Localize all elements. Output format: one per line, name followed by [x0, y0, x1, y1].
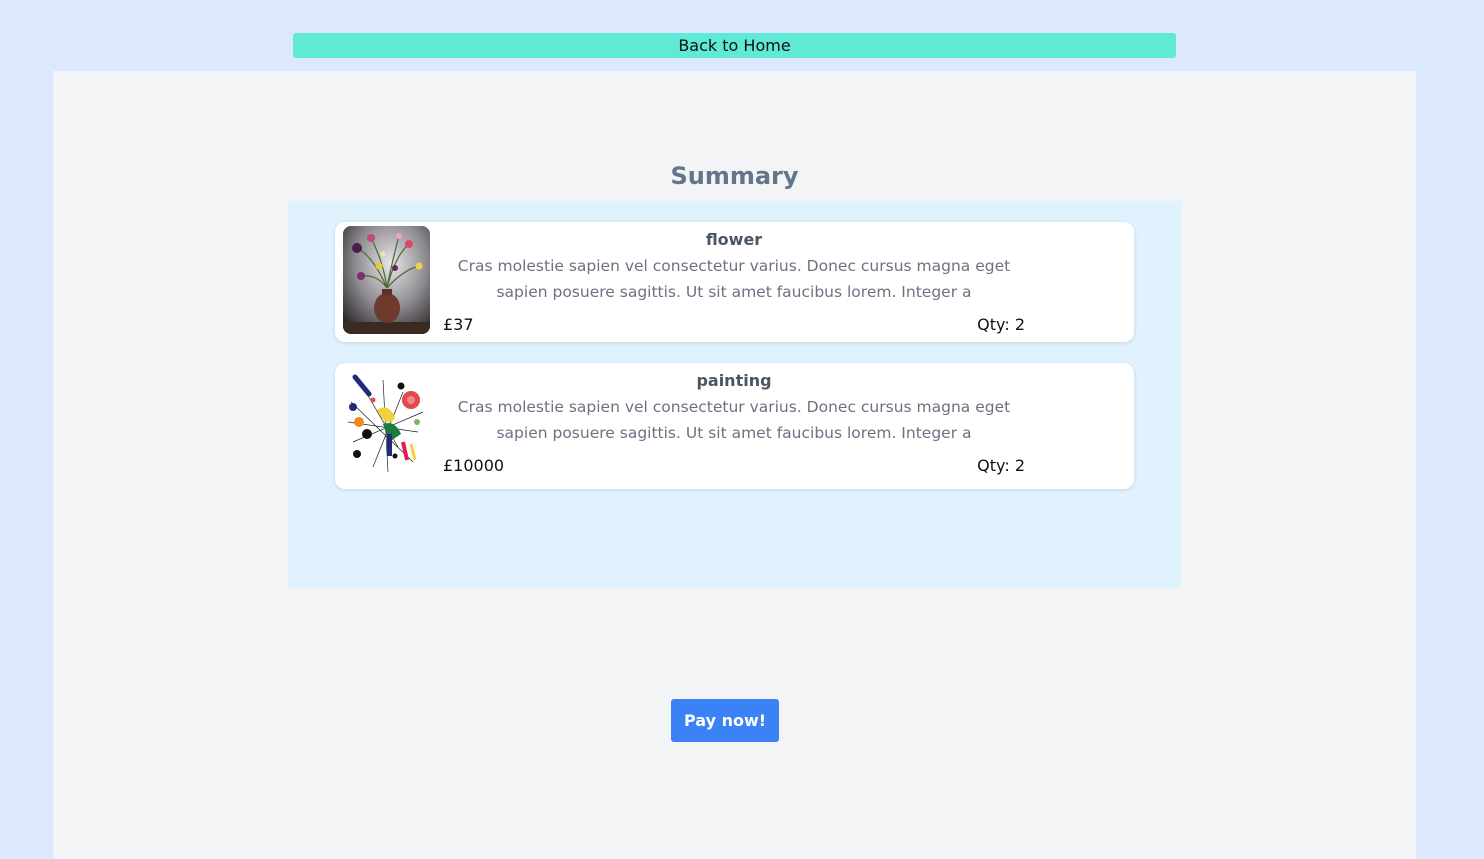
price-row: £37 Qty: 2 — [443, 314, 1025, 336]
item-price: £10000 — [443, 456, 505, 475]
item-name: flower — [705, 230, 763, 249]
item-info: painting Cras molestie sapien vel consec… — [443, 363, 1025, 446]
pay-now-button[interactable]: Pay now! — [671, 699, 779, 742]
back-to-home-button[interactable]: Back to Home — [293, 33, 1176, 58]
cart-item-card: painting Cras molestie sapien vel consec… — [335, 363, 1134, 489]
item-quantity: Qty: 2 — [977, 456, 1025, 475]
item-price: £37 — [443, 315, 474, 334]
item-info: flower Cras molestie sapien vel consecte… — [443, 222, 1025, 305]
item-description: Cras molestie sapien vel consectetur var… — [457, 257, 1011, 301]
item-quantity: Qty: 2 — [977, 315, 1025, 334]
abstract-painting-image — [343, 372, 430, 480]
main-panel: Summary flower Cras molestie sapien vel … — [53, 71, 1416, 859]
summary-title: Summary — [670, 162, 799, 190]
item-description: Cras molestie sapien vel consectetur var… — [457, 398, 1011, 442]
flower-vase-image — [343, 226, 430, 334]
item-name: painting — [696, 371, 772, 390]
price-row: £10000 Qty: 2 — [443, 455, 1025, 477]
summary-box: flower Cras molestie sapien vel consecte… — [288, 201, 1181, 588]
cart-item-card: flower Cras molestie sapien vel consecte… — [335, 222, 1134, 342]
